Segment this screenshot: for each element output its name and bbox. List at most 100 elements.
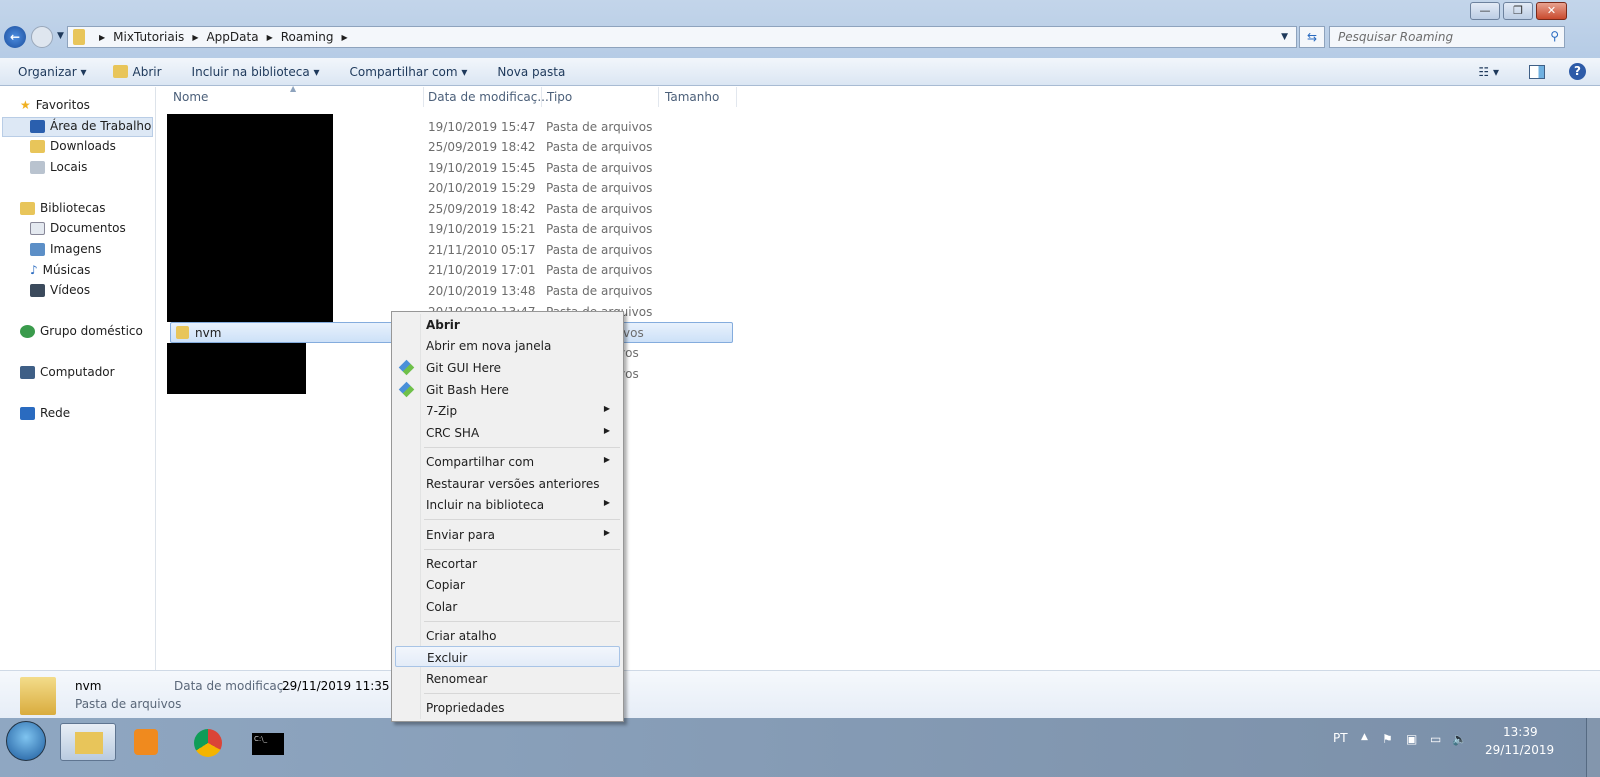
- context-menu: Abrir Abrir em nova janela Git GUI Here …: [391, 311, 624, 722]
- taskbar: C:\_ PT ▲ ⚑ ▣ ▭ 🔈 13:39 29/11/2019: [0, 718, 1600, 777]
- menu-item-include-library[interactable]: Incluir na biblioteca ▶: [395, 494, 620, 515]
- clock-time[interactable]: 13:39: [1503, 725, 1538, 739]
- submenu-arrow-icon: ▶: [603, 498, 610, 507]
- language-indicator[interactable]: PT: [1333, 731, 1348, 745]
- nav-desktop[interactable]: Área de Trabalho: [30, 119, 151, 133]
- sort-ascending-icon: ▲: [290, 84, 297, 93]
- chrome-icon: [194, 729, 222, 757]
- redacted-names: [167, 343, 306, 394]
- menu-item-git-bash[interactable]: Git Bash Here: [395, 379, 620, 400]
- organize-button[interactable]: Organizar ▾: [18, 65, 87, 79]
- recent-dropdown-icon[interactable]: ▼: [57, 31, 64, 41]
- submenu-arrow-icon: ▶: [603, 528, 610, 537]
- submenu-arrow-icon: ▶: [603, 426, 610, 435]
- search-icon: ⚲: [1550, 29, 1559, 43]
- nav-network[interactable]: Rede: [20, 406, 70, 420]
- open-button[interactable]: Abrir: [133, 65, 162, 79]
- nav-music[interactable]: ♪ Músicas: [30, 263, 90, 277]
- help-icon[interactable]: ?: [1569, 63, 1586, 80]
- taskbar-explorer[interactable]: [60, 723, 116, 761]
- view-options-icon[interactable]: ☷ ▾: [1478, 65, 1499, 79]
- menu-item-open[interactable]: Abrir: [395, 314, 620, 335]
- preview-pane-icon[interactable]: [1529, 64, 1545, 79]
- close-button[interactable]: ✕: [1536, 2, 1567, 20]
- places-icon: [30, 160, 45, 174]
- open-folder-icon: [112, 65, 128, 78]
- network-icon: [20, 406, 35, 420]
- refresh-button[interactable]: ⇆: [1299, 26, 1325, 48]
- share-button[interactable]: Compartilhar com ▾: [350, 65, 468, 79]
- desktop-icon: [30, 119, 45, 133]
- homegroup-icon: [20, 324, 35, 338]
- nav-images[interactable]: Imagens: [30, 242, 101, 256]
- nav-homegroup[interactable]: Grupo doméstico: [20, 324, 143, 338]
- minimize-button[interactable]: —: [1470, 2, 1500, 20]
- menu-item-crc-sha[interactable]: CRC SHA ▶: [395, 422, 620, 443]
- git-icon: [398, 359, 415, 376]
- power-icon[interactable]: ▣: [1406, 732, 1417, 746]
- column-name[interactable]: Nome: [173, 90, 208, 104]
- downloads-icon: [30, 139, 45, 153]
- file-name: nvm: [195, 326, 222, 340]
- taskbar-cmd[interactable]: C:\_: [240, 723, 296, 761]
- forward-button[interactable]: [31, 26, 53, 48]
- nav-downloads[interactable]: Downloads: [30, 139, 116, 153]
- menu-item-open-new-window[interactable]: Abrir em nova janela: [395, 335, 620, 356]
- show-desktop-button[interactable]: [1586, 718, 1600, 777]
- taskbar-chrome[interactable]: [180, 723, 236, 761]
- address-bar[interactable]: ▶ MixTutoriais ▶ AppData ▶ Roaming ▶ ▼: [67, 26, 1297, 48]
- menu-item-send-to[interactable]: Enviar para ▶: [395, 524, 620, 545]
- taskbar-media-player[interactable]: [120, 723, 176, 761]
- show-hidden-icons[interactable]: ▲: [1361, 732, 1368, 742]
- breadcrumb-roaming[interactable]: Roaming: [281, 30, 334, 44]
- start-button[interactable]: [6, 721, 46, 761]
- menu-item-share[interactable]: Compartilhar com ▶: [395, 451, 620, 472]
- nav-favorites[interactable]: ★ Favoritos: [20, 98, 90, 112]
- new-folder-button[interactable]: Nova pasta: [497, 65, 565, 79]
- search-input[interactable]: Pesquisar Roaming ⚲: [1329, 26, 1565, 48]
- nav-videos[interactable]: Vídeos: [30, 283, 90, 297]
- music-icon: ♪: [30, 263, 38, 277]
- explorer-icon: [75, 732, 103, 754]
- star-icon: ★: [20, 98, 31, 112]
- folder-icon: [176, 326, 189, 339]
- breadcrumb-appdata[interactable]: AppData: [206, 30, 258, 44]
- column-size[interactable]: Tamanho: [665, 90, 719, 104]
- submenu-arrow-icon: ▶: [603, 404, 610, 413]
- column-type[interactable]: Tipo: [547, 90, 572, 104]
- documents-icon: [30, 221, 45, 235]
- action-center-icon[interactable]: ⚑: [1382, 732, 1393, 746]
- submenu-arrow-icon: ▶: [603, 455, 610, 464]
- menu-item-restore-versions[interactable]: Restaurar versões anteriores: [395, 473, 620, 494]
- menu-item-copy[interactable]: Copiar: [395, 574, 620, 595]
- images-icon: [30, 242, 45, 256]
- volume-icon[interactable]: 🔈: [1452, 732, 1467, 746]
- cmd-icon: C:\_: [252, 733, 284, 755]
- menu-item-delete[interactable]: Excluir: [395, 646, 620, 667]
- folder-icon: [73, 29, 85, 45]
- nav-places[interactable]: Locais: [30, 160, 87, 174]
- nav-documents[interactable]: Documentos: [30, 221, 126, 235]
- network-status-icon[interactable]: ▭: [1430, 732, 1441, 746]
- menu-item-cut[interactable]: Recortar: [395, 553, 620, 574]
- menu-item-7zip[interactable]: 7-Zip ▶: [395, 400, 620, 421]
- address-dropdown-icon[interactable]: ▼: [1281, 32, 1288, 42]
- nav-computer[interactable]: Computador: [20, 365, 115, 379]
- details-pane: nvm Pasta de arquivos Data de modificaç.…: [0, 670, 1600, 718]
- clock-date[interactable]: 29/11/2019: [1485, 743, 1554, 757]
- navigation-pane: ★ Favoritos Área de Trabalho Downloads Lo…: [0, 87, 156, 670]
- menu-item-git-gui[interactable]: Git GUI Here: [395, 357, 620, 378]
- folder-large-icon: [20, 677, 56, 715]
- menu-item-create-shortcut[interactable]: Criar atalho: [395, 625, 620, 646]
- include-library-button[interactable]: Incluir na biblioteca ▾: [192, 65, 320, 79]
- back-button[interactable]: ←: [4, 26, 26, 48]
- column-date[interactable]: Data de modificaç...: [428, 90, 549, 104]
- restore-button[interactable]: ❐: [1503, 2, 1533, 20]
- nav-libraries[interactable]: Bibliotecas: [20, 201, 105, 215]
- media-player-icon: [134, 729, 158, 755]
- menu-item-properties[interactable]: Propriedades: [395, 697, 620, 718]
- redacted-names: [167, 114, 333, 322]
- menu-item-paste[interactable]: Colar: [395, 596, 620, 617]
- breadcrumb-mixtutoriais[interactable]: MixTutoriais: [113, 30, 184, 44]
- menu-item-rename[interactable]: Renomear: [395, 668, 620, 689]
